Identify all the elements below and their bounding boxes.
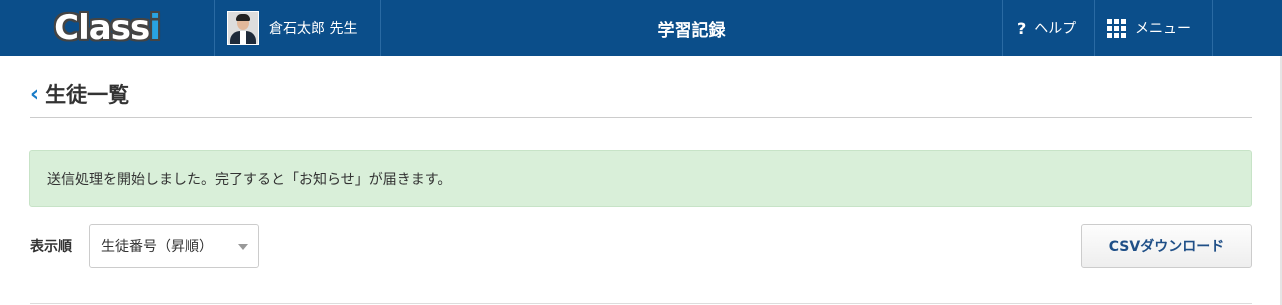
dropdown-caret-icon — [238, 244, 248, 250]
sort-label: 表示順 — [30, 239, 72, 255]
header-spacer — [1213, 0, 1282, 56]
avatar — [227, 11, 259, 45]
logo-link[interactable]: Class i — [0, 0, 215, 56]
app-title: 学習記録 — [657, 20, 726, 41]
back-chevron-icon[interactable]: ‹ — [30, 80, 39, 110]
notice-message: 送信処理を開始しました。完了すると「お知らせ」が届きます。 — [47, 171, 452, 188]
menu-button[interactable]: メニュー — [1094, 0, 1213, 56]
help-icon: ? — [1017, 18, 1027, 38]
classi-logo: Class i — [54, 0, 161, 56]
help-label: ヘルプ — [1034, 21, 1077, 37]
logo-text: Class — [54, 8, 150, 48]
user-name: 倉石太郎 先生 — [269, 21, 358, 37]
menu-label: メニュー — [1135, 21, 1191, 37]
csv-download-button[interactable]: CSVダウンロード — [1081, 224, 1252, 268]
logo-i: i — [149, 8, 161, 48]
page-title: 生徒一覧 — [45, 83, 130, 107]
user-profile[interactable]: 倉石太郎 先生 — [215, 0, 381, 56]
page-heading: ‹ 生徒一覧 — [30, 80, 1252, 118]
top-navigation-bar: Class i 倉石太郎 先生 学習記録 ? ヘルプ メニュー — [0, 0, 1282, 56]
help-button[interactable]: ? ヘルプ — [1002, 0, 1094, 56]
grid-menu-icon — [1107, 18, 1126, 38]
sort-order-select[interactable]: 生徒番号（昇順） — [89, 224, 259, 268]
divider — [30, 303, 1252, 304]
sort-order-value: 生徒番号（昇順） — [101, 239, 213, 255]
success-notice: 送信処理を開始しました。完了すると「お知らせ」が届きます。 — [29, 150, 1252, 207]
